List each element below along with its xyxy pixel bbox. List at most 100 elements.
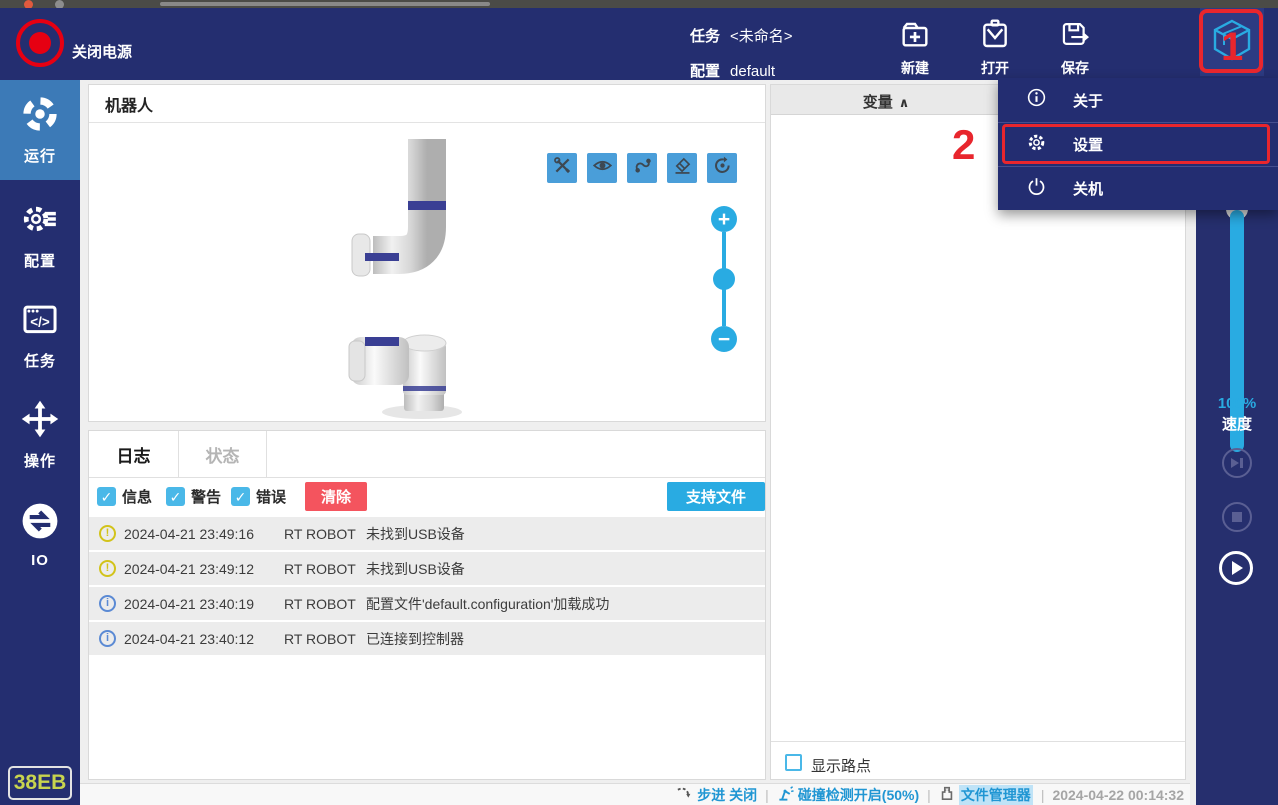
- filter-info-checkbox[interactable]: ✓ 信息: [97, 486, 152, 507]
- new-task-button[interactable]: 新建: [884, 18, 946, 78]
- tab-log[interactable]: 日志: [89, 431, 179, 477]
- svg-text:</>: </>: [30, 314, 50, 329]
- visibility-button[interactable]: [587, 153, 617, 183]
- os-titlebar: [0, 0, 1278, 9]
- open-file-icon: [979, 18, 1011, 55]
- log-entry[interactable]: ! 2024-04-21 23:49:16 RT ROBOT 未找到USB设备: [89, 517, 765, 550]
- menu-item-shutdown[interactable]: 关机: [998, 166, 1278, 210]
- info-icon: i: [99, 595, 116, 612]
- clear-log-button[interactable]: 清除: [305, 482, 367, 511]
- tools-button[interactable]: [547, 153, 577, 183]
- sidebar-config-label: 配置: [23, 252, 56, 270]
- reset-view-button[interactable]: [707, 153, 737, 183]
- sidebar-item-io[interactable]: IO: [0, 489, 80, 581]
- cube-logo-icon: [1211, 18, 1253, 67]
- log-time: 2024-04-21 23:49:12: [124, 560, 254, 577]
- logo-dropdown-menu: 关于 设置 关机: [998, 78, 1278, 210]
- show-waypoints-checkbox[interactable]: [785, 754, 802, 771]
- collision-detection-status[interactable]: 碰撞检测开启(50%): [777, 785, 919, 805]
- info-icon: [1026, 87, 1047, 113]
- new-task-label: 新建: [901, 60, 929, 76]
- log-time: 2024-04-21 23:40:12: [124, 630, 254, 647]
- path-icon: [632, 155, 653, 181]
- config-indicator: 配置 default: [690, 60, 775, 81]
- speed-label: 速度: [1221, 416, 1252, 433]
- variables-title-text: 变量: [862, 94, 893, 111]
- eye-icon: [592, 155, 613, 181]
- stop-button[interactable]: [1222, 502, 1252, 532]
- open-task-label: 打开: [981, 60, 1009, 76]
- log-source: RT ROBOT: [284, 560, 356, 577]
- menu-about-label: 关于: [1073, 92, 1104, 110]
- power-off-label: 关闭电源: [72, 44, 133, 61]
- checkbox-checked-icon: ✓: [166, 487, 186, 506]
- step-forward-icon: [1231, 458, 1240, 468]
- status-bar: 步进 关闭 | 碰撞检测开启(50%) | 文件管理器 | 2024-04-22…: [80, 783, 1190, 805]
- eraser-icon: [672, 155, 693, 181]
- sidebar-item-run[interactable]: 运行: [0, 80, 80, 180]
- move-arrows-icon: [21, 400, 59, 443]
- log-panel: 日志 状态 ✓ 信息 ✓ 警告 ✓ 错误 清除 支持文件 ! 2024-04-2…: [88, 430, 766, 780]
- status-code-badge[interactable]: 38EB: [8, 766, 72, 800]
- step-arrow-icon: [676, 785, 693, 805]
- robot-3d-viewport[interactable]: + −: [90, 124, 764, 420]
- support-file-button[interactable]: 支持文件: [667, 482, 765, 511]
- filter-warning-checkbox[interactable]: ✓ 警告: [166, 486, 221, 507]
- log-entry[interactable]: ! 2024-04-21 23:49:12 RT ROBOT 未找到USB设备: [89, 552, 765, 585]
- collision-label: 碰撞检测开启(50%): [797, 786, 920, 803]
- task-code-icon: </>: [21, 300, 59, 343]
- save-icon: [1059, 18, 1091, 55]
- zoom-out-button[interactable]: −: [711, 326, 737, 352]
- separator: |: [927, 786, 931, 803]
- robot-panel-title: 机器人: [89, 85, 765, 123]
- config-label: 配置: [690, 63, 721, 80]
- checkbox-checked-icon: ✓: [97, 487, 116, 506]
- zoom-slider-handle[interactable]: [713, 268, 735, 290]
- menu-item-settings[interactable]: 设置: [998, 122, 1278, 166]
- menu-item-about[interactable]: 关于: [998, 78, 1278, 122]
- app-logo-menu-button[interactable]: [1200, 8, 1264, 76]
- tools-icon: [552, 155, 573, 181]
- robot-panel: 机器人 + −: [88, 84, 766, 422]
- show-waypoints-label: 显示路点: [811, 758, 872, 775]
- info-icon: i: [99, 630, 116, 647]
- log-entry[interactable]: i 2024-04-21 23:40:12 RT ROBOT 已连接到控制器: [89, 622, 765, 655]
- task-value: <未命名>: [730, 28, 793, 45]
- play-button[interactable]: [1219, 551, 1253, 585]
- tab-status[interactable]: 状态: [179, 431, 267, 477]
- step-forward-bar: [1240, 458, 1243, 468]
- warning-icon: !: [99, 525, 116, 542]
- task-label: 任务: [690, 28, 721, 45]
- log-message: 已连接到控制器: [366, 630, 464, 647]
- run-icon: [21, 95, 59, 138]
- separator: |: [765, 786, 769, 803]
- path-button[interactable]: [627, 153, 657, 183]
- log-source: RT ROBOT: [284, 630, 356, 647]
- task-indicator: 任务 <未命名>: [690, 25, 793, 46]
- step-forward-button[interactable]: [1222, 448, 1252, 478]
- divider: [771, 741, 1185, 742]
- save-task-button[interactable]: 保存: [1044, 18, 1106, 78]
- eraser-button[interactable]: [667, 153, 697, 183]
- clock-timestamp: 2024-04-22 00:14:32: [1052, 786, 1184, 803]
- sidebar-item-task[interactable]: </> 任务: [0, 289, 80, 381]
- sidebar-item-config[interactable]: 配置: [0, 189, 80, 281]
- filter-warning-label: 警告: [191, 489, 222, 506]
- file-manager-button[interactable]: 文件管理器: [939, 784, 1033, 805]
- menu-shutdown-label: 关机: [1073, 181, 1104, 198]
- step-mode-status[interactable]: 步进 关闭: [676, 785, 757, 805]
- save-task-label: 保存: [1061, 60, 1089, 76]
- rotate-reset-icon: [712, 155, 733, 181]
- power-off-button[interactable]: [16, 19, 64, 67]
- log-tabs: 日志 状态: [89, 431, 765, 478]
- zoom-in-button[interactable]: +: [711, 206, 737, 232]
- sidebar-item-operate[interactable]: 操作: [0, 389, 80, 481]
- power-icon: [1026, 176, 1047, 202]
- filter-error-checkbox[interactable]: ✓ 错误: [231, 486, 286, 507]
- checkbox-checked-icon: ✓: [231, 487, 251, 506]
- power-off-icon: [29, 32, 51, 54]
- log-entry[interactable]: i 2024-04-21 23:40:19 RT ROBOT 配置文件'defa…: [89, 587, 765, 620]
- file-manager-label: 文件管理器: [958, 784, 1033, 805]
- config-value: default: [730, 63, 776, 80]
- open-task-button[interactable]: 打开: [964, 18, 1026, 78]
